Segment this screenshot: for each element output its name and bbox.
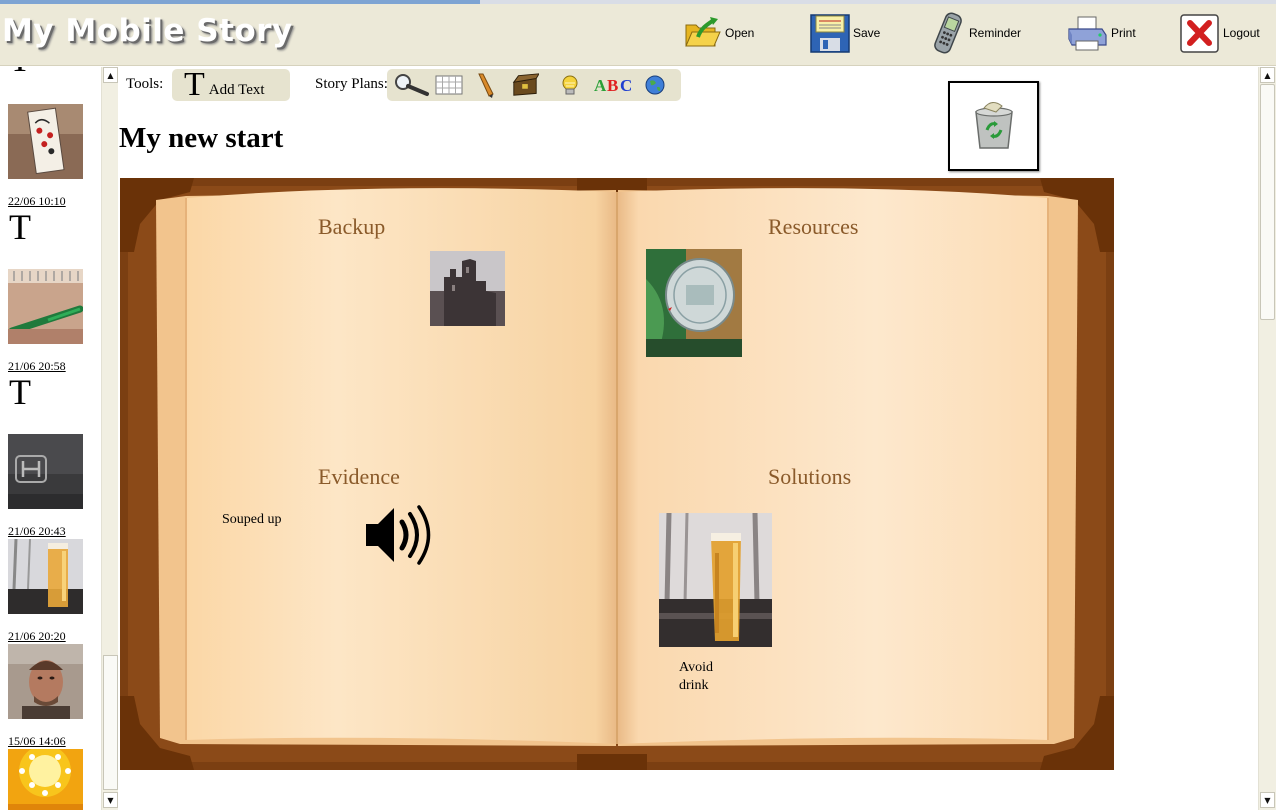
logout-label: Logout bbox=[1223, 26, 1260, 40]
story-note[interactable]: Souped up bbox=[222, 511, 282, 529]
text-item-icon[interactable]: T bbox=[9, 67, 31, 77]
story-item-date[interactable]: 21/06 20:43 bbox=[8, 524, 66, 539]
printer-icon bbox=[1068, 16, 1107, 51]
save-button[interactable]: Save bbox=[810, 8, 880, 58]
reminder-button[interactable]: Reminder bbox=[930, 8, 1021, 58]
app-title: My Mobile Story bbox=[2, 13, 293, 49]
solutions-title[interactable]: Solutions bbox=[768, 464, 851, 490]
tools-label: Tools: bbox=[126, 76, 164, 92]
add-text-button[interactable]: T Add Text bbox=[172, 66, 290, 103]
beer-glass-photo[interactable] bbox=[8, 539, 83, 614]
recycle-bin-button[interactable] bbox=[948, 81, 1039, 171]
magnifier-icon[interactable] bbox=[391, 72, 431, 98]
text-T-icon: T bbox=[184, 66, 205, 103]
lightbulb-icon[interactable] bbox=[559, 72, 581, 98]
save-label: Save bbox=[853, 26, 881, 40]
print-button[interactable]: Print bbox=[1066, 8, 1136, 58]
pen-on-notebook-photo[interactable] bbox=[8, 269, 83, 344]
add-text-label: Add Text bbox=[208, 81, 265, 98]
abc-icon[interactable]: A B C bbox=[593, 72, 637, 98]
speaker-icon[interactable] bbox=[364, 504, 436, 566]
open-button[interactable]: Open bbox=[682, 8, 754, 58]
floppy-disk-icon bbox=[810, 14, 850, 53]
story-title: My new start bbox=[119, 122, 284, 154]
story-workspace: Tools: T Add Text Story Plans: A B C My … bbox=[118, 67, 1258, 810]
story-item-sidebar: T 22/06 10:10 T bbox=[0, 67, 118, 810]
scroll-up-arrow-icon[interactable]: ▲ bbox=[1260, 67, 1275, 83]
story-book: Backup Resources Evidence Souped up Solu… bbox=[120, 178, 1114, 770]
beer-glass-photo[interactable] bbox=[659, 513, 772, 647]
story-note[interactable]: Avoid drink bbox=[679, 659, 739, 695]
resources-title[interactable]: Resources bbox=[768, 214, 858, 240]
main-scrollbar[interactable]: ▲ ▼ bbox=[1258, 67, 1276, 810]
mobile-phone-icon bbox=[934, 12, 962, 54]
sidebar-scroll-thumb[interactable] bbox=[103, 655, 118, 790]
scroll-up-arrow-icon[interactable]: ▲ bbox=[103, 67, 118, 83]
text-item-icon[interactable]: T bbox=[9, 374, 31, 410]
playing-card-photo[interactable] bbox=[8, 104, 83, 179]
yellow-lights-photo[interactable] bbox=[8, 749, 83, 810]
story-item-date[interactable]: 15/06 14:06 bbox=[8, 734, 66, 749]
story-plans-label: Story Plans: bbox=[315, 76, 388, 92]
text-item-icon[interactable]: T bbox=[9, 209, 31, 245]
svg-text:B: B bbox=[607, 76, 618, 95]
pencil-icon[interactable] bbox=[471, 72, 499, 98]
scroll-down-arrow-icon[interactable]: ▼ bbox=[1260, 792, 1275, 808]
backup-title[interactable]: Backup bbox=[318, 214, 385, 240]
evidence-title[interactable]: Evidence bbox=[318, 464, 400, 490]
recycle-bin-icon bbox=[974, 102, 1013, 149]
story-item-date[interactable]: 21/06 20:20 bbox=[8, 629, 66, 644]
grid-icon[interactable] bbox=[435, 72, 463, 98]
print-label: Print bbox=[1111, 26, 1136, 40]
svg-text:A: A bbox=[594, 76, 607, 95]
reminder-label: Reminder bbox=[969, 26, 1022, 40]
open-book-graphic bbox=[120, 178, 1114, 770]
open-label: Open bbox=[725, 26, 755, 40]
story-plans-bar: A B C bbox=[387, 69, 681, 101]
sidebar-scrollbar[interactable]: ▲ ▼ bbox=[101, 67, 118, 810]
close-x-icon bbox=[1180, 14, 1219, 53]
svg-text:C: C bbox=[620, 76, 632, 95]
globe-icon[interactable] bbox=[643, 72, 667, 98]
medal-coin-photo[interactable] bbox=[646, 249, 742, 357]
treasure-chest-icon[interactable] bbox=[511, 72, 539, 98]
open-folder-icon bbox=[685, 17, 721, 47]
main-scroll-thumb[interactable] bbox=[1260, 84, 1275, 320]
logout-button[interactable]: Logout bbox=[1180, 8, 1260, 58]
castle-building-photo[interactable] bbox=[430, 251, 505, 326]
scroll-down-arrow-icon[interactable]: ▼ bbox=[103, 792, 118, 808]
app-header: My Mobile Story Open Save Reminder Print… bbox=[0, 4, 1276, 66]
man-face-photo[interactable] bbox=[8, 644, 83, 719]
car-steering-wheel-photo[interactable] bbox=[8, 434, 83, 509]
